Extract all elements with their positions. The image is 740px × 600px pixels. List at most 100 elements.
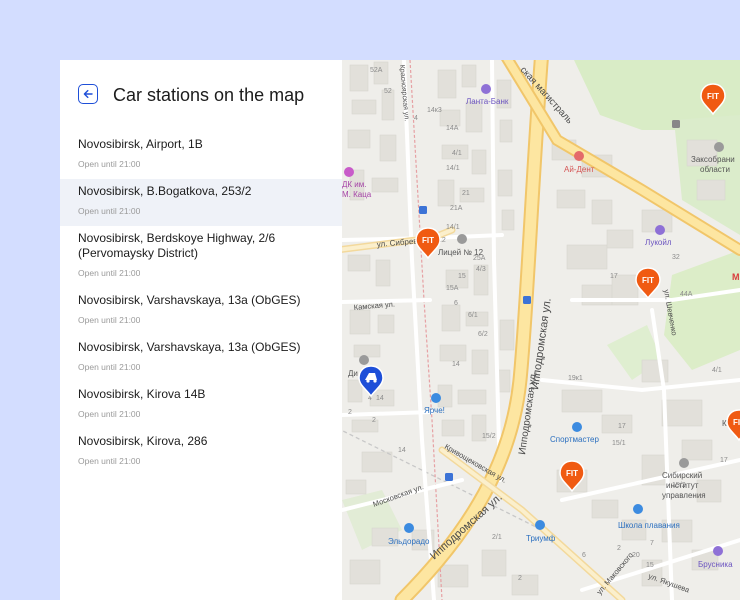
map-canvas[interactable]: Ипподромская ул. Ипподромская ул. Ипподр… (342, 60, 740, 600)
gas-station-icon[interactable] (655, 225, 665, 235)
shop-icon[interactable] (404, 523, 414, 533)
poi-label: области (700, 165, 730, 174)
arrow-left-icon (83, 89, 93, 99)
station-item[interactable]: Novosibirsk, Varshavskaya, 13a (ObGES) Op… (60, 288, 342, 335)
station-name: Novosibirsk, Berdskoye Highway, 2/6 (Per… (78, 231, 276, 260)
poi-label: Брусника (698, 560, 733, 569)
house-number: 20 (632, 552, 640, 559)
house-number: 17 (618, 423, 626, 430)
shop-icon[interactable] (572, 422, 582, 432)
flag-icon[interactable] (672, 120, 680, 128)
house-number: 17 (610, 273, 618, 280)
station-name: Novosibirsk, B.Bogatkova, 253/2 (78, 184, 252, 198)
house-number: 2 (518, 575, 522, 582)
house-number: 19к1 (568, 375, 583, 382)
panel-header: Car stations on the map (60, 60, 342, 132)
fit-marker-label: FIT (733, 418, 740, 427)
house-number: 14/1 (446, 224, 460, 231)
station-item[interactable]: Novosibirsk, Varshavskaya, 13a (ObGES) Op… (60, 335, 342, 382)
house-number: 2/1 (492, 534, 502, 541)
poi-label: Лукойл (645, 238, 672, 247)
poi-label: Ярче! (424, 406, 445, 415)
house-number: 15/1 (612, 440, 626, 447)
poi-label: Ланта-Банк (466, 97, 509, 106)
station-item[interactable]: Novosibirsk, Kirova, 286 Open until 21:00 (60, 429, 342, 476)
house-number: 6 (582, 552, 586, 559)
poi-label: управления (662, 491, 706, 500)
bus-stop-icon[interactable] (523, 296, 531, 304)
house-number: 15A (446, 285, 459, 292)
station-hours: Open until 21:00 (78, 362, 141, 372)
house-number: 32 (672, 254, 680, 261)
station-name: Novosibirsk, Varshavskaya, 13a (ObGES) (78, 293, 301, 307)
fit-marker-label: FIT (566, 469, 578, 478)
station-hours: Open until 21:00 (78, 409, 141, 419)
house-number: 2 (617, 545, 621, 552)
dentist-icon[interactable] (574, 151, 584, 161)
station-name: Novosibirsk, Kirova, 286 (78, 434, 208, 448)
poi-label: институт (666, 481, 699, 490)
station-hours: Open until 21:00 (78, 315, 141, 325)
poi-label: К (722, 419, 727, 428)
university-icon[interactable] (679, 458, 689, 468)
poi-label: ДК им. (342, 180, 367, 189)
station-name: Novosibirsk, Airport, 1B (78, 137, 203, 151)
station-name: Novosibirsk, Varshavskaya, 13a (ObGES) (78, 340, 301, 354)
map-view[interactable]: Ипподромская ул. Ипподромская ул. Ипподр… (342, 60, 740, 600)
station-item[interactable]: Novosibirsk, Airport, 1B Open until 21:00 (60, 132, 342, 179)
station-name: Novosibirsk, Kirova 14B (78, 387, 206, 401)
house-number: 4 (414, 115, 418, 122)
station-hours: Open until 21:00 (78, 206, 141, 216)
store-icon[interactable] (713, 546, 723, 556)
house-number: 14A (446, 125, 459, 132)
house-number: 17 (720, 457, 728, 464)
poi-label: Сибирский (662, 471, 702, 480)
house-number: 21A (450, 205, 463, 212)
house-number: 2 (348, 409, 352, 416)
house-number: 15/2 (482, 433, 496, 440)
shop-icon[interactable] (431, 393, 441, 403)
shop-icon[interactable] (535, 520, 545, 530)
house-number: 14 (452, 361, 460, 368)
poi-label: Ай-Дент (564, 165, 595, 174)
bank-icon[interactable] (481, 84, 491, 94)
poi-label: Заксобрани (691, 155, 735, 164)
house-number: 14к3 (427, 107, 442, 114)
station-item[interactable]: Novosibirsk, Kirova 14B Open until 21:00 (60, 382, 342, 429)
metro-label: М (732, 272, 740, 282)
house-number: 6 (454, 300, 458, 307)
fit-marker-label: FIT (707, 92, 719, 101)
house-number: 2 (372, 417, 376, 424)
house-number: 4/3 (476, 266, 486, 273)
government-icon[interactable] (714, 142, 724, 152)
building-icon[interactable] (359, 355, 369, 365)
swimming-icon[interactable] (633, 504, 643, 514)
poi-label: Триумф (526, 534, 556, 543)
house-number: 52A (370, 67, 383, 74)
poi-label: М. Каца (342, 190, 372, 199)
station-item[interactable]: Novosibirsk, B.Bogatkova, 253/2 Open unti… (60, 179, 342, 226)
house-number: 15 (646, 562, 654, 569)
house-number: 15 (458, 273, 466, 280)
house-number: 14/1 (446, 165, 460, 172)
station-item[interactable]: Novosibirsk, Berdskoye Highway, 2/6 (Per… (60, 226, 342, 288)
poi-label: Эльдорадо (388, 537, 430, 546)
back-button[interactable] (78, 84, 98, 104)
house-number: 4/1 (452, 150, 462, 157)
house-number: 14 (398, 447, 406, 454)
bus-stop-icon[interactable] (445, 473, 453, 481)
bus-stop-icon[interactable] (419, 206, 427, 214)
house-number: 14 (376, 395, 384, 402)
house-number: 4/1 (712, 367, 722, 374)
theatre-icon[interactable] (344, 167, 354, 177)
house-number: 7 (650, 540, 654, 547)
house-number: 44A (680, 291, 693, 298)
station-hours: Open until 21:00 (78, 268, 141, 278)
house-number: 21 (462, 190, 470, 197)
poi-label: Ди (348, 369, 358, 378)
school-icon[interactable] (457, 234, 467, 244)
stations-panel: Car stations on the map Novosibirsk, Air… (60, 60, 342, 600)
page-title: Car stations on the map (113, 85, 305, 105)
poi-label: Лицей № 12 (438, 248, 484, 257)
station-list: Novosibirsk, Airport, 1B Open until 21:00… (60, 132, 342, 476)
